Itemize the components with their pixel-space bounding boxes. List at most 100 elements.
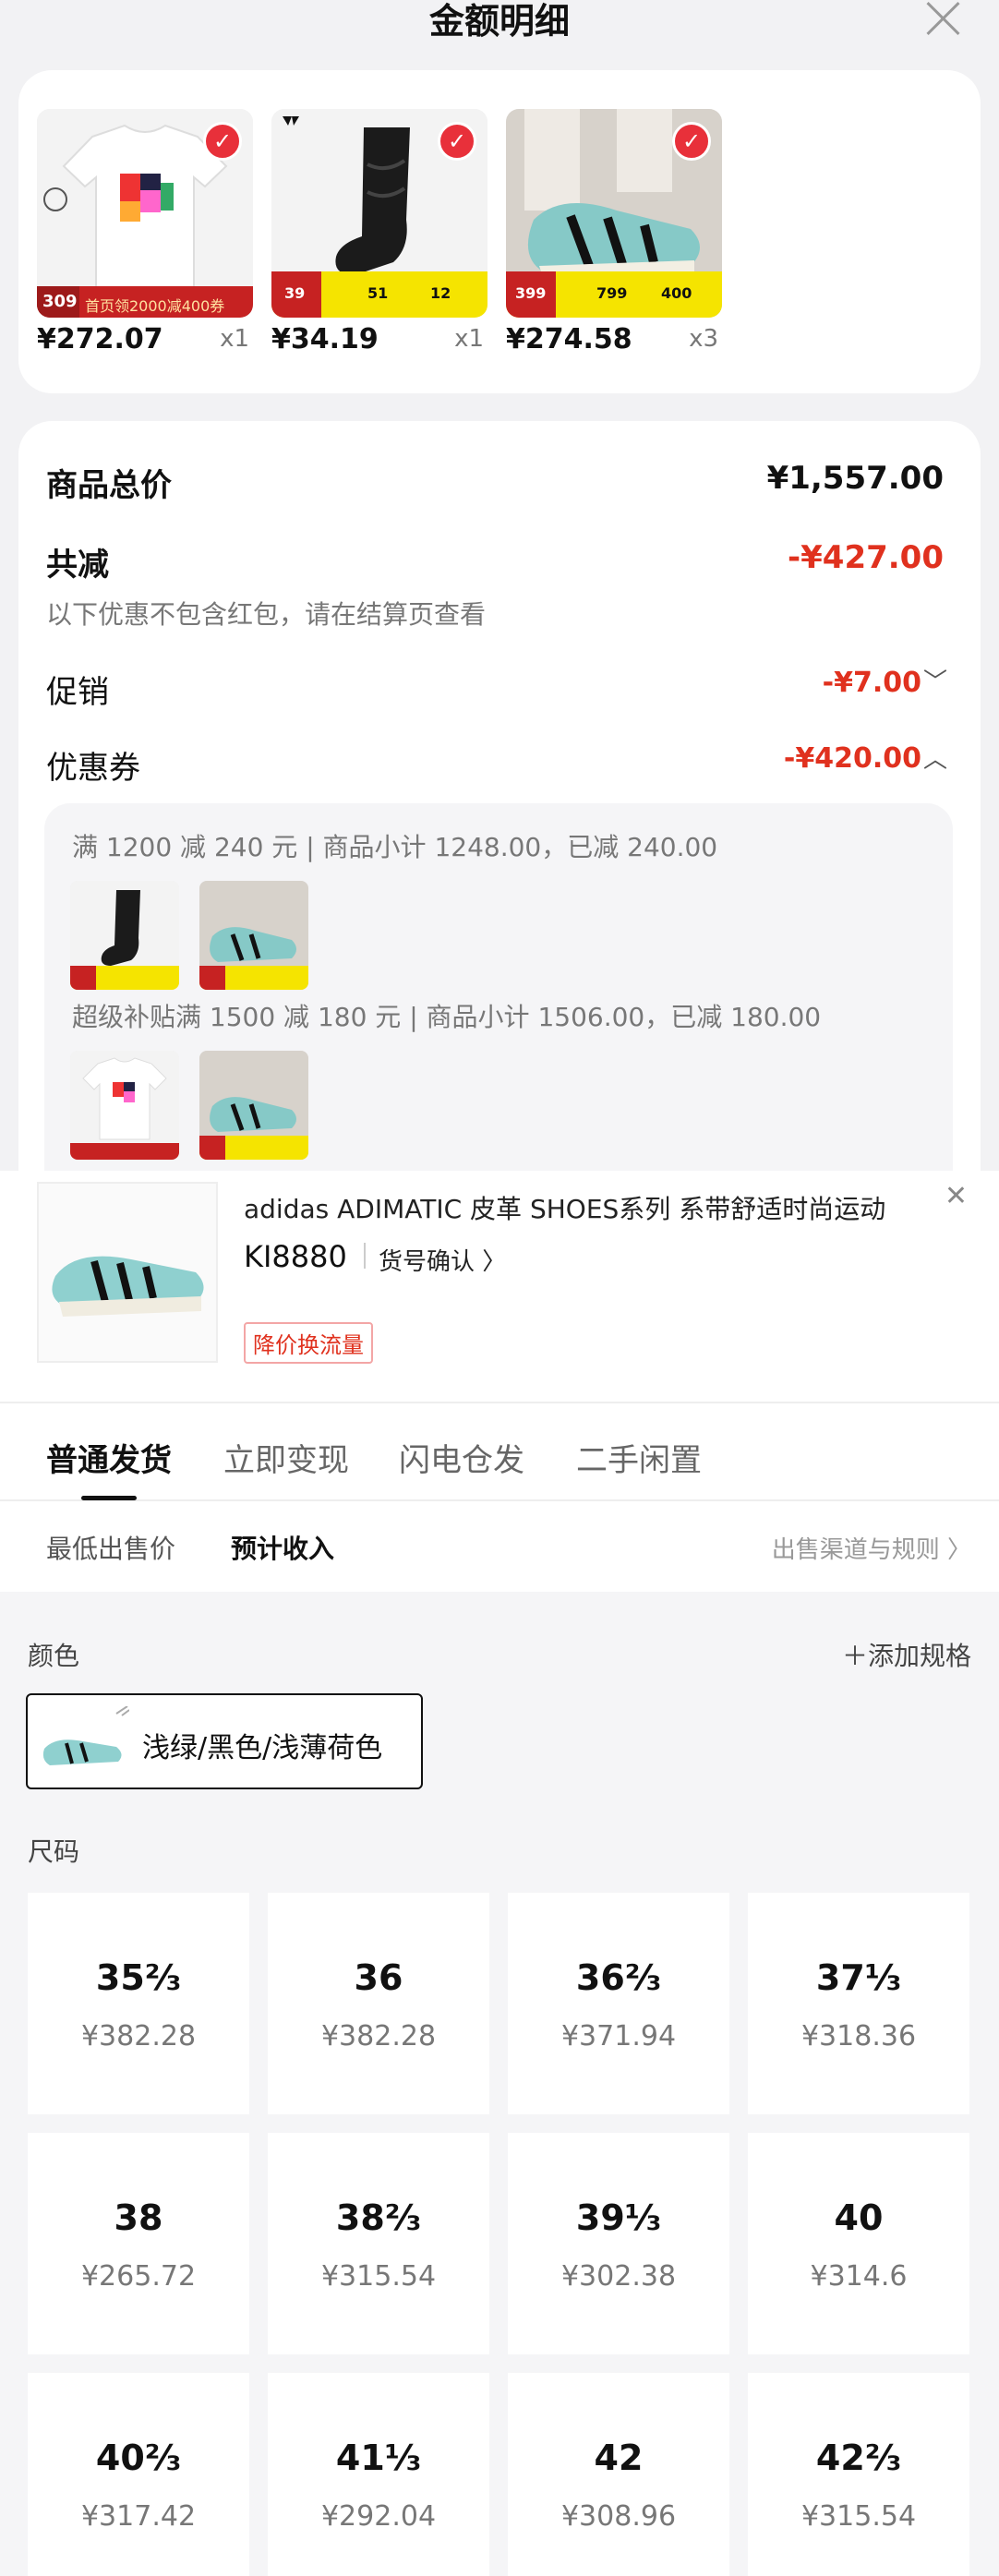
- shoe-price-tag: 399: [515, 284, 547, 302]
- shoe-thumbnail: [199, 881, 308, 990]
- size-value: 38: [114, 2197, 163, 2238]
- size-price: ¥382.28: [80, 2020, 197, 2052]
- total-label: 商品总价: [46, 467, 172, 504]
- spec-area: 颜色 ＋添加规格 浅绿/黑色/浅薄荷色 尺码 35⅔ ¥382.28 36 ¥382.…: [0, 1592, 999, 2576]
- size-option[interactable]: 41⅓ ¥292.04: [268, 2373, 489, 2576]
- size-price: ¥302.38: [560, 2260, 677, 2293]
- sock-image: 39 51 12 ✓: [271, 109, 487, 318]
- shoe-thumbnail: [199, 1051, 308, 1160]
- shoe-price-tag: 400: [661, 284, 692, 302]
- chevron-up-icon[interactable]: ︿: [923, 740, 947, 775]
- size-label: 尺码: [28, 1836, 80, 1867]
- reduce-value: -¥427.00: [788, 539, 944, 576]
- size-value: 38⅔: [335, 2197, 422, 2238]
- shoe-price-tag: 799: [596, 284, 628, 302]
- promo-value[interactable]: -¥7.00: [823, 667, 921, 699]
- size-value: 36⅔: [575, 1957, 662, 1998]
- shipping-tabs: 普通发货 立即变现 闪电仓发 二手闲置: [0, 1402, 999, 1501]
- tab-flash-warehouse[interactable]: 闪电仓发: [399, 1435, 524, 1480]
- divider: [364, 1243, 366, 1269]
- sock-price-tag: 12: [430, 284, 451, 302]
- shoe-image: 399 799 400 ✓: [506, 109, 722, 318]
- total-value: ¥1,557.00: [766, 460, 944, 497]
- size-price: ¥292.04: [320, 2500, 437, 2533]
- promo-tag[interactable]: 降价换流量: [244, 1322, 373, 1364]
- add-spec-button[interactable]: ＋添加规格: [842, 1636, 971, 1673]
- size-option[interactable]: 35⅔ ¥382.28: [28, 1893, 249, 2114]
- reduce-label: 共减: [46, 547, 109, 584]
- close-icon[interactable]: [921, 0, 964, 39]
- coupon-rule: 满 1200 减 240 元 | 商品小计 1248.00，已减 240.00: [72, 832, 718, 862]
- color-label: 颜色: [28, 1641, 80, 1671]
- promo-label: 促销: [46, 674, 109, 711]
- check-icon[interactable]: ✓: [672, 122, 711, 161]
- size-price: ¥314.6: [810, 2260, 908, 2293]
- amount-detail-sheet: 金额明细 309 首页领2000减400券 ✓ ¥272.07 x1 39 51…: [0, 0, 999, 1171]
- size-value: 40: [834, 2197, 884, 2238]
- product-title: adidas ADIMATIC 皮革 SHOES系列 系带舒适时尚运动: [244, 1194, 886, 1224]
- size-price: ¥318.36: [800, 2020, 917, 2052]
- product-item[interactable]: 399 799 400 ✓ ¥274.58 x3: [506, 109, 722, 355]
- size-price: ¥382.28: [320, 2020, 437, 2052]
- size-value: 42⅔: [815, 2438, 902, 2478]
- color-name: 浅绿/黑色/浅薄荷色: [142, 1732, 383, 1764]
- size-option[interactable]: 36 ¥382.28: [268, 1893, 489, 2114]
- subtab-lowest-price[interactable]: 最低出售价: [46, 1529, 175, 1566]
- shoe-swatch-icon: [42, 1706, 129, 1765]
- coupon-rule: 超级补贴满 1500 减 180 元 | 商品小计 1506.00，已减 180…: [72, 1002, 822, 1032]
- product-price: ¥272.07: [37, 323, 163, 355]
- product-item[interactable]: 39 51 12 ✓ ¥34.19 x1: [271, 109, 487, 355]
- product-code: KI8880: [244, 1239, 347, 1274]
- close-icon[interactable]: ✕: [945, 1180, 968, 1212]
- product-price: ¥34.19: [271, 323, 379, 355]
- size-price: ¥265.72: [80, 2260, 197, 2293]
- channel-rules-link[interactable]: 出售渠道与规则 〉: [772, 1531, 971, 1565]
- size-option[interactable]: 40 ¥314.6: [748, 2133, 969, 2354]
- size-option[interactable]: 37⅓ ¥318.36: [748, 1893, 969, 2114]
- size-option[interactable]: 42 ¥308.96: [508, 2373, 729, 2576]
- coupon-detail-box: 满 1200 减 240 元 | 商品小计 1248.00，已减 240.00 …: [44, 803, 953, 1171]
- sock-thumbnail: [70, 881, 179, 990]
- size-option[interactable]: 38⅔ ¥315.54: [268, 2133, 489, 2354]
- tab-instant-cash[interactable]: 立即变现: [223, 1435, 349, 1480]
- products-card: 309 首页领2000减400券 ✓ ¥272.07 x1 39 51 12 ✓…: [18, 70, 981, 393]
- tab-second-hand[interactable]: 二手闲置: [576, 1435, 702, 1480]
- tshirt-image: 309 首页领2000减400券 ✓: [37, 109, 253, 318]
- subtab-expected-income[interactable]: 预计收入: [231, 1529, 334, 1566]
- coupon-label: 优惠券: [46, 750, 140, 787]
- tab-underline: [81, 1496, 137, 1500]
- tab-normal-shipping[interactable]: 普通发货: [46, 1435, 172, 1480]
- color-option[interactable]: 浅绿/黑色/浅薄荷色: [26, 1693, 423, 1789]
- size-option[interactable]: 39⅓ ¥302.38: [508, 2133, 729, 2354]
- size-value: 41⅓: [335, 2438, 422, 2478]
- check-icon[interactable]: ✓: [203, 122, 242, 161]
- size-option[interactable]: 42⅔ ¥315.54: [748, 2373, 969, 2576]
- size-value: 42: [594, 2438, 644, 2478]
- product-image: [37, 1182, 218, 1363]
- product-header: adidas ADIMATIC 皮革 SHOES系列 系带舒适时尚运动 ✕ KI…: [0, 1171, 999, 1402]
- size-price: ¥308.96: [560, 2500, 677, 2533]
- sheet-title: 金额明细: [428, 1, 570, 42]
- size-value: 37⅓: [815, 1957, 902, 1998]
- chevron-down-icon[interactable]: ﹀: [923, 663, 947, 697]
- banner-text: 首页领2000减400券: [85, 297, 225, 315]
- size-price: ¥315.54: [800, 2500, 917, 2533]
- product-qty: x1: [454, 325, 484, 353]
- size-value: 36: [354, 1957, 403, 1998]
- reduce-note: 以下优惠不包含红包，请在结算页查看: [46, 599, 487, 630]
- size-value: 39⅓: [575, 2197, 662, 2238]
- price-subtabs: 最低出售价 预计收入 出售渠道与规则 〉: [0, 1503, 999, 1592]
- product-qty: x1: [220, 325, 249, 353]
- size-value: 40⅔: [95, 2438, 182, 2478]
- code-confirm-link[interactable]: 货号确认 〉: [379, 1243, 506, 1277]
- size-price: ¥371.94: [560, 2020, 677, 2052]
- check-icon[interactable]: ✓: [438, 122, 476, 161]
- size-price: ¥315.54: [320, 2260, 437, 2293]
- tshirt-thumbnail: [70, 1051, 179, 1160]
- size-option[interactable]: 36⅔ ¥371.94: [508, 1893, 729, 2114]
- size-value: 35⅔: [95, 1957, 182, 1998]
- size-option[interactable]: 38 ¥265.72: [28, 2133, 249, 2354]
- size-option[interactable]: 40⅔ ¥317.42: [28, 2373, 249, 2576]
- coupon-value[interactable]: -¥420.00: [784, 742, 921, 775]
- product-item[interactable]: 309 首页领2000减400券 ✓ ¥272.07 x1: [37, 109, 253, 355]
